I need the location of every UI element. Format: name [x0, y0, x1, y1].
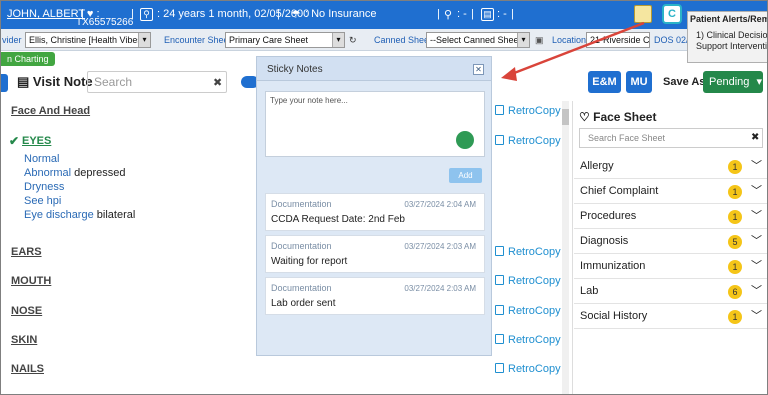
annotation-arrow — [501, 21, 645, 81]
app-window: JOHN, ALBERT | ♥ : TX65575266 | ⚲ : 24 y… — [0, 0, 768, 395]
